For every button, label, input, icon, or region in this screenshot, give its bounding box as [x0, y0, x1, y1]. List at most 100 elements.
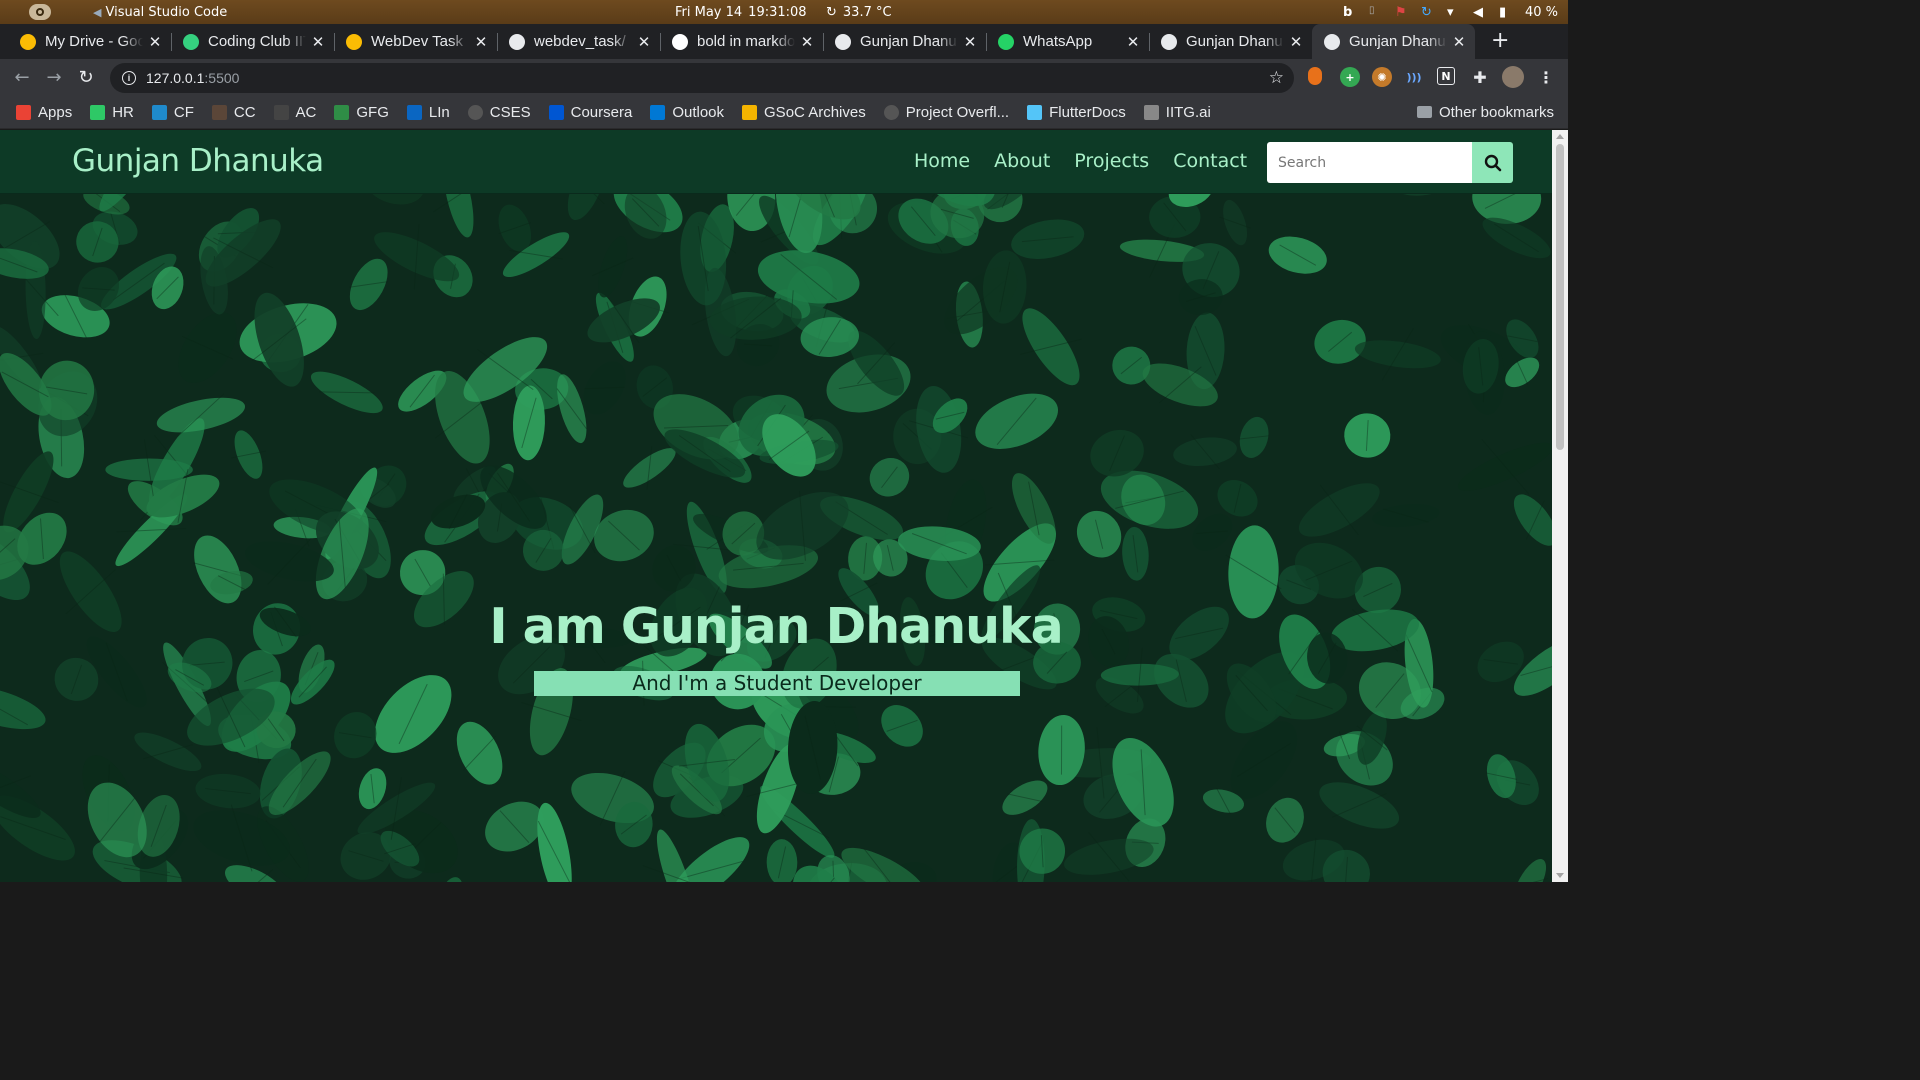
- extension-plus-icon[interactable]: +: [1340, 67, 1360, 87]
- globe-icon: [1324, 33, 1340, 50]
- bing-icon[interactable]: b: [1343, 5, 1357, 20]
- hackerrank-icon: [90, 104, 106, 120]
- nav-links: Home About Projects Contact: [914, 150, 1247, 172]
- chrome-menu-icon[interactable]: ⋮: [1536, 67, 1556, 87]
- tab-close-icon[interactable]: ✕: [473, 33, 489, 51]
- active-app-name: Visual Studio Code: [105, 4, 228, 20]
- gfg-icon: [334, 104, 350, 120]
- coding-club-icon: [183, 33, 199, 50]
- site-search: [1267, 142, 1513, 183]
- battery-percentage: 40 %: [1524, 4, 1558, 20]
- bookmark-item[interactable]: HR: [90, 104, 134, 121]
- tab-close-icon[interactable]: ✕: [1125, 33, 1141, 51]
- bookmark-label: CSES: [489, 103, 531, 121]
- tab-close-icon[interactable]: ✕: [1288, 33, 1304, 51]
- codechef-icon: [211, 104, 227, 120]
- bookmark-label: Apps: [38, 103, 73, 121]
- bookmark-item[interactable]: Apps: [16, 104, 72, 121]
- active-app-menu[interactable]: ◀ Visual Studio Code: [93, 5, 227, 20]
- wifi-icon[interactable]: ▾: [1447, 5, 1461, 20]
- nav-link-home[interactable]: Home: [914, 150, 970, 172]
- tab-title: My Drive - Goo: [45, 33, 143, 50]
- reload-button[interactable]: ↻: [70, 67, 102, 88]
- other-bookmarks-label: Other bookmarks: [1438, 103, 1554, 121]
- nav-link-projects[interactable]: Projects: [1074, 150, 1149, 172]
- other-bookmarks[interactable]: Other bookmarks: [1416, 103, 1554, 121]
- tab-title: webdev_task/: [534, 33, 626, 50]
- google-drive-icon: [346, 33, 362, 50]
- battery-icon[interactable]: ▮: [1499, 5, 1513, 20]
- forward-button[interactable]: →: [38, 67, 70, 88]
- bookmark-item[interactable]: IITG.ai: [1143, 104, 1211, 121]
- tab-close-icon[interactable]: ✕: [147, 33, 163, 51]
- gsoc-icon: [742, 104, 758, 120]
- scroll-up-icon[interactable]: [1556, 134, 1564, 139]
- search-button[interactable]: [1472, 142, 1513, 183]
- hero-subheadline: And I'm a Student Developer: [534, 671, 1020, 696]
- browser-tab[interactable]: Gunjan Dhanu ✕: [1149, 24, 1312, 59]
- coursera-icon: [548, 104, 564, 120]
- browser-tab[interactable]: Coding Club IIT ✕: [171, 24, 334, 59]
- flag-icon[interactable]: ⚑: [1395, 5, 1409, 20]
- globe-icon: [835, 33, 851, 50]
- notion-icon[interactable]: N: [1437, 67, 1455, 85]
- bookmark-item[interactable]: LIn: [406, 104, 450, 121]
- nav-link-contact[interactable]: Contact: [1173, 150, 1247, 172]
- tab-close-icon[interactable]: ✕: [310, 33, 326, 51]
- bookmark-item[interactable]: CF: [151, 104, 194, 121]
- site-info-icon[interactable]: i: [122, 70, 136, 85]
- browser-tab[interactable]: WhatsApp ✕: [986, 24, 1149, 59]
- browser-tab[interactable]: bold in markdo ✕: [660, 24, 823, 59]
- bookmark-item[interactable]: CC: [211, 104, 256, 121]
- leaves-background-image: [0, 130, 1552, 882]
- nav-link-about[interactable]: About: [994, 150, 1050, 172]
- extensions-puzzle-icon[interactable]: ✚: [1470, 67, 1490, 87]
- new-tab-button[interactable]: +: [1491, 24, 1509, 59]
- address-bar[interactable]: i 127.0.0.1:5500 ☆: [110, 62, 1294, 93]
- tab-close-icon[interactable]: ✕: [799, 33, 815, 51]
- bookmark-item[interactable]: Coursera: [548, 104, 632, 121]
- bookmark-label: Project Overfl...: [905, 103, 1010, 121]
- bookmark-item[interactable]: CSES: [467, 103, 531, 121]
- browser-tab[interactable]: webdev_task/ ✕: [497, 24, 660, 59]
- extension-sound-icon[interactable]: ))): [1404, 67, 1424, 87]
- bookmark-item[interactable]: FlutterDocs: [1027, 104, 1126, 121]
- extension-gear-icon[interactable]: ✺: [1372, 67, 1392, 87]
- volume-icon[interactable]: ◀: [1473, 5, 1487, 20]
- browser-tab[interactable]: Gunjan Dhanu ✕: [1312, 24, 1475, 59]
- page-scrollbar[interactable]: [1552, 130, 1568, 882]
- battery-small-icon[interactable]: ▯: [1369, 5, 1383, 19]
- cpu-temperature[interactable]: ↻ 33.7 °C: [826, 5, 892, 20]
- clock-time: 19:31:08: [748, 4, 807, 20]
- tab-title: Coding Club IIT: [208, 33, 306, 50]
- bookmark-item[interactable]: GFG: [334, 104, 389, 121]
- search-input[interactable]: [1267, 142, 1472, 183]
- browser-tab[interactable]: WebDev Task ✕: [334, 24, 497, 59]
- site-brand[interactable]: Gunjan Dhanuka: [72, 143, 324, 179]
- clock[interactable]: Fri May 14 19:31:08: [675, 5, 807, 20]
- leaf-shape: [1513, 494, 1552, 546]
- leaf-shape: [0, 686, 46, 730]
- profile-avatar[interactable]: [1502, 66, 1524, 88]
- bookmark-item[interactable]: AC: [273, 104, 316, 121]
- back-button[interactable]: ←: [6, 67, 38, 88]
- extension-orange-icon[interactable]: [1308, 67, 1322, 85]
- refresh-icon: ↻: [826, 4, 837, 20]
- tab-close-icon[interactable]: ✕: [962, 33, 978, 51]
- sync-icon[interactable]: ↻: [1421, 5, 1435, 20]
- leaf-shape: [1457, 442, 1552, 491]
- scroll-down-icon[interactable]: [1556, 873, 1564, 878]
- browser-tab[interactable]: Gunjan Dhanu ✕: [823, 24, 986, 59]
- activities-button[interactable]: [29, 4, 51, 20]
- bookmark-item[interactable]: GSoC Archives: [742, 104, 866, 121]
- tab-close-icon[interactable]: ✕: [1451, 33, 1467, 51]
- tab-close-icon[interactable]: ✕: [636, 33, 652, 51]
- bookmark-item[interactable]: Project Overfl...: [883, 103, 1010, 121]
- vscode-icon: ◀: [93, 5, 102, 19]
- search-icon: [1484, 154, 1501, 171]
- bookmark-star-icon[interactable]: ☆: [1269, 68, 1284, 88]
- browser-tab[interactable]: My Drive - Goo ✕: [8, 24, 171, 59]
- bookmark-item[interactable]: Outlook: [650, 104, 724, 121]
- browser-toolbar: ← → ↻ i 127.0.0.1:5500 ☆ + ✺ ))) N ✚ ⋮: [0, 59, 1568, 96]
- scrollbar-thumb[interactable]: [1556, 144, 1564, 450]
